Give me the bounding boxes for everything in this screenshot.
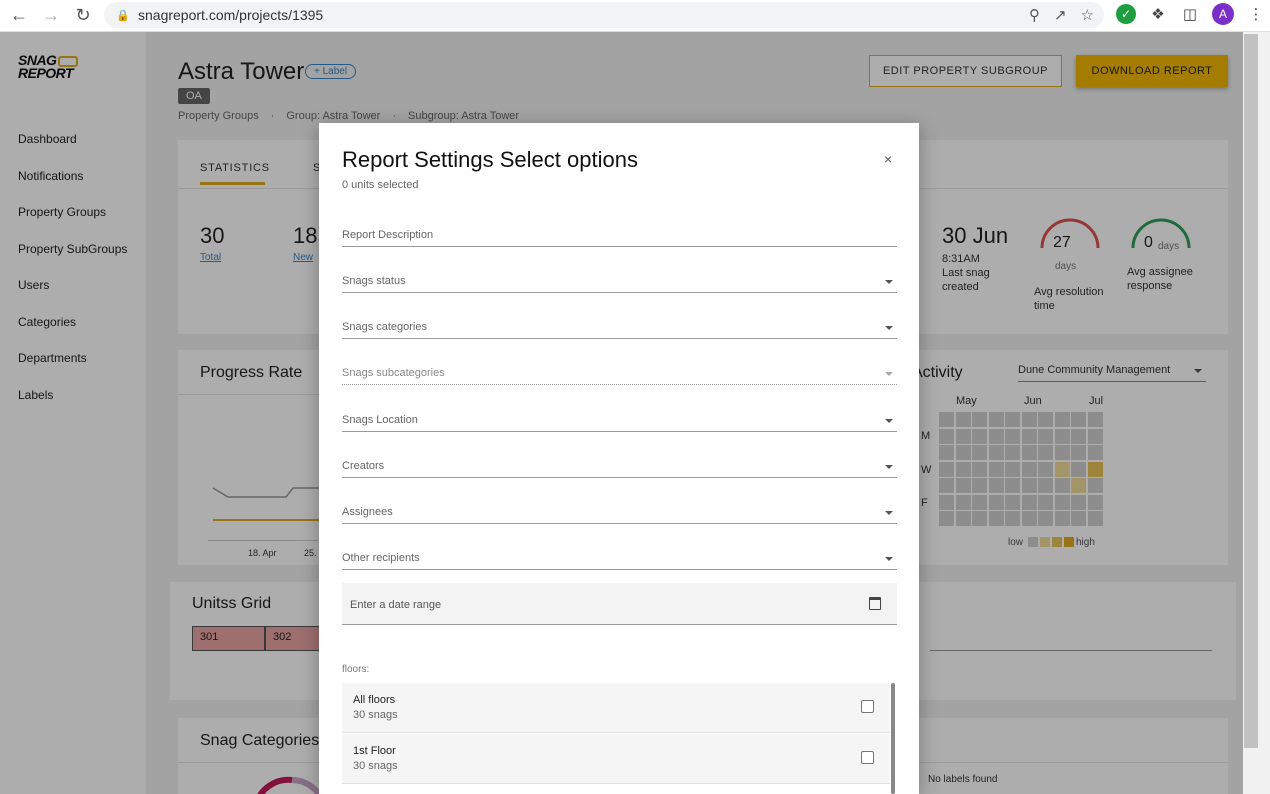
snags-subcategories-label: Snags subcategories bbox=[342, 367, 445, 379]
floor-checkbox-all[interactable] bbox=[861, 700, 874, 713]
assignees-label: Assignees bbox=[342, 506, 393, 518]
other-recipients-select[interactable]: Other recipients bbox=[342, 546, 897, 570]
creators-label: Creators bbox=[342, 460, 385, 472]
page-scrollbar-thumb[interactable] bbox=[1244, 34, 1258, 748]
forward-icon[interactable]: → bbox=[38, 3, 64, 29]
snags-location-label: Snags Location bbox=[342, 414, 418, 426]
extension-check-icon[interactable]: ✓ bbox=[1116, 4, 1136, 24]
browser-toolbar: ← → ↻ 🔒 snagreport.com/projects/1395 ⚲ ↗… bbox=[0, 0, 1270, 32]
snags-location-select[interactable]: Snags Location bbox=[342, 408, 897, 432]
address-bar[interactable]: 🔒 snagreport.com/projects/1395 ⚲ ↗ ☆ bbox=[104, 2, 1104, 28]
chevron-down-icon bbox=[885, 557, 893, 561]
url-text: snagreport.com/projects/1395 bbox=[138, 7, 324, 23]
floors-scrollbar[interactable] bbox=[891, 683, 895, 794]
chevron-down-icon bbox=[885, 372, 893, 376]
snags-categories-select[interactable]: Snags categories bbox=[342, 315, 897, 339]
bookmark-star-icon[interactable]: ☆ bbox=[1081, 6, 1094, 24]
floor-count: 30 snags bbox=[353, 760, 398, 772]
creators-select[interactable]: Creators bbox=[342, 454, 897, 478]
floor-name: 1st Floor bbox=[353, 745, 396, 757]
reload-icon[interactable]: ↻ bbox=[70, 3, 96, 29]
back-icon[interactable]: ← bbox=[6, 3, 32, 29]
calendar-icon[interactable] bbox=[869, 597, 881, 610]
snags-status-label: Snags status bbox=[342, 275, 406, 287]
zoom-icon[interactable]: ⚲ bbox=[1029, 6, 1040, 24]
chevron-down-icon bbox=[885, 419, 893, 423]
floor-option-1st[interactable]: 1st Floor 30 snags bbox=[342, 734, 890, 784]
close-icon[interactable]: × bbox=[884, 151, 892, 167]
chevron-down-icon bbox=[885, 511, 893, 515]
floor-count: 30 snags bbox=[353, 709, 398, 721]
report-description-input[interactable]: Report Description bbox=[342, 223, 897, 247]
date-range-placeholder: Enter a date range bbox=[350, 599, 442, 611]
lock-icon: 🔒 bbox=[116, 10, 130, 22]
chevron-down-icon bbox=[885, 280, 893, 284]
other-recipients-label: Other recipients bbox=[342, 552, 420, 564]
side-panel-icon[interactable]: ◫ bbox=[1180, 4, 1200, 24]
report-settings-dialog: Report Settings Select options 0 units s… bbox=[319, 123, 919, 794]
units-selected-text: 0 units selected bbox=[342, 179, 419, 191]
page-scrollbar[interactable] bbox=[1243, 32, 1270, 794]
date-range-input[interactable]: Enter a date range bbox=[342, 583, 897, 625]
share-icon[interactable]: ↗ bbox=[1054, 6, 1067, 24]
assignees-select[interactable]: Assignees bbox=[342, 500, 897, 524]
snags-categories-label: Snags categories bbox=[342, 321, 427, 333]
report-description-label: Report Description bbox=[342, 229, 434, 241]
snags-status-select[interactable]: Snags status bbox=[342, 269, 897, 293]
floor-name: All floors bbox=[353, 694, 396, 706]
chevron-down-icon bbox=[885, 465, 893, 469]
floor-option-all[interactable]: All floors 30 snags bbox=[342, 683, 890, 733]
menu-kebab-icon[interactable]: ⋮ bbox=[1246, 4, 1266, 24]
profile-avatar[interactable]: A bbox=[1212, 3, 1234, 25]
dialog-title: Report Settings Select options bbox=[342, 147, 638, 172]
snags-subcategories-select[interactable]: Snags subcategories bbox=[342, 361, 897, 385]
chevron-down-icon bbox=[885, 326, 893, 330]
floor-checkbox-1st[interactable] bbox=[861, 751, 874, 764]
floors-label: floors: bbox=[342, 664, 370, 675]
puzzle-icon[interactable]: ❖ bbox=[1148, 4, 1168, 24]
